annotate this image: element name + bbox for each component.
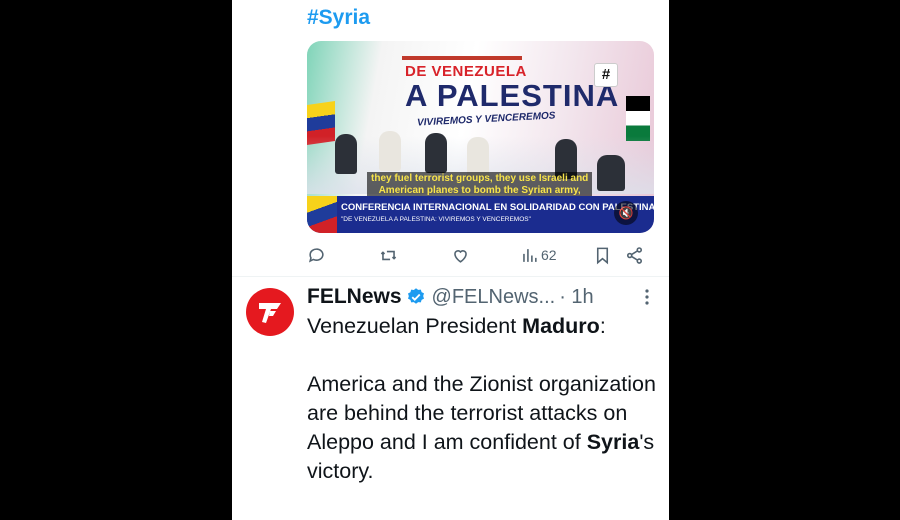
- banner-title-big: A PALESTINA: [405, 78, 620, 113]
- bookmark-icon: [596, 247, 609, 264]
- reply-button[interactable]: [307, 244, 326, 266]
- tweet-feed: #Syria DE VENEZUELA A PALESTINA VIVIREMO…: [232, 0, 669, 520]
- tweet-divider: [232, 276, 669, 277]
- panelist: [379, 131, 401, 171]
- tweet-line: Venezuelan President Maduro:: [307, 312, 667, 341]
- panelist: [467, 137, 489, 177]
- share-icon: [626, 246, 643, 264]
- tweet-text: Venezuelan President Maduro: America and…: [307, 312, 667, 486]
- video-subtitle: they fuel terrorist groups, they use Isr…: [367, 172, 593, 198]
- flag-strip: [307, 196, 337, 233]
- channel-tag: #: [594, 63, 618, 87]
- more-options-icon[interactable]: [644, 288, 650, 306]
- views-count: 62: [541, 247, 557, 263]
- bold-text: Syria: [586, 430, 640, 454]
- like-button[interactable]: [451, 244, 470, 266]
- author-handle[interactable]: @FELNews...: [432, 286, 556, 309]
- sign-language-interpreter: [597, 155, 625, 191]
- text-span: Venezuelan President: [307, 314, 523, 338]
- hashtag-link[interactable]: #Syria: [307, 6, 370, 30]
- banner-stripe: [402, 56, 522, 60]
- retweet-button[interactable]: [379, 244, 398, 266]
- share-button[interactable]: [625, 244, 644, 266]
- lower-third-title: CONFERENCIA INTERNACIONAL EN SOLIDARIDAD…: [341, 202, 654, 213]
- text-span: :: [599, 314, 606, 338]
- author-name[interactable]: FELNews: [307, 285, 402, 309]
- speaker-mute-icon[interactable]: 🔇: [614, 201, 638, 225]
- tweet-line: America and the Zionist organization are…: [307, 370, 667, 486]
- felnews-logo-icon: [259, 303, 281, 323]
- avatar[interactable]: [246, 288, 294, 336]
- verified-badge-icon: [407, 288, 424, 304]
- retweet-icon: [380, 250, 397, 260]
- lower-third-subtitle: "DE VENEZUELA A PALESTINA: VIVIREMOS Y V…: [341, 216, 531, 223]
- heart-icon: [454, 249, 467, 263]
- bold-text: Maduro: [522, 314, 600, 338]
- panelist: [425, 133, 447, 173]
- palestine-flag: [626, 96, 650, 141]
- reply-icon: [308, 247, 324, 263]
- views-button[interactable]: 62: [520, 244, 557, 266]
- bookmark-button[interactable]: [593, 244, 612, 266]
- panelist: [335, 134, 357, 174]
- tweet-actions: 62: [307, 244, 654, 266]
- subtitle-line: they fuel terrorist groups, they use Isr…: [371, 173, 589, 184]
- video-player[interactable]: DE VENEZUELA A PALESTINA VIVIREMOS Y VEN…: [307, 41, 654, 233]
- tweet-timestamp[interactable]: · 1h: [559, 286, 593, 309]
- lower-third: CONFERENCIA INTERNACIONAL EN SOLIDARIDAD…: [307, 196, 654, 233]
- tweet-header: FELNews @FELNews... · 1h: [307, 283, 594, 311]
- views-icon: [523, 248, 537, 262]
